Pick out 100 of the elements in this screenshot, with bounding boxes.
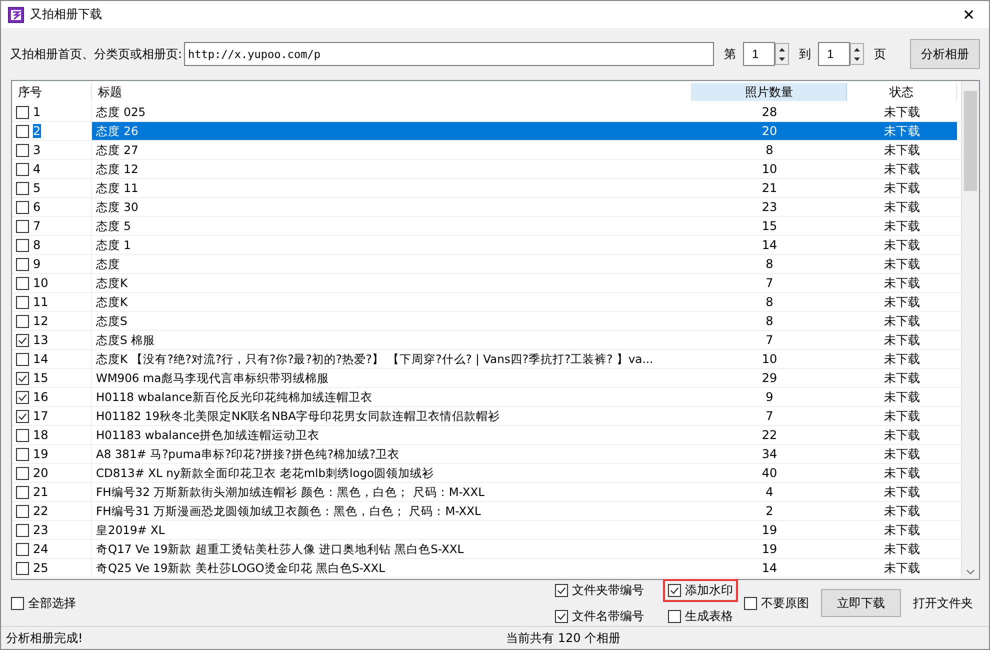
- checkbox[interactable]: [16, 334, 29, 346]
- row-number: 14: [33, 352, 48, 366]
- album-title: 态度: [96, 256, 120, 272]
- checkbox[interactable]: [16, 410, 29, 422]
- option-checkbox[interactable]: 生成表格: [663, 604, 738, 628]
- table-row[interactable]: 13 态度S 棉服 7 未下载: [12, 331, 961, 350]
- scroll-down-icon[interactable]: [966, 569, 975, 575]
- download-status: 未下载: [884, 312, 920, 330]
- checkbox[interactable]: [16, 428, 29, 442]
- checkbox[interactable]: [16, 296, 29, 308]
- album-title: 态度K 【没有?绝?对流?行，只有?你?最?初的?热爱?】 【下周穿?什么? | Vans四?季抗打?工装裤? 】va...: [96, 352, 654, 366]
- url-input[interactable]: http://x.yupoo.com/p: [184, 42, 714, 66]
- row-number: 17: [33, 409, 48, 423]
- checkbox[interactable]: [16, 144, 29, 156]
- row-number: 20: [33, 466, 48, 480]
- checkbox[interactable]: [16, 372, 29, 384]
- download-status: 未下载: [884, 388, 920, 406]
- download-status: 未下载: [884, 142, 920, 158]
- checkbox[interactable]: [16, 486, 29, 498]
- download-status: 未下载: [884, 446, 920, 462]
- checkbox[interactable]: [16, 504, 29, 518]
- table-row[interactable]: 22 FH编号31 万斯漫画恐龙圆领加绒卫衣颜色：黑色，白色； 尺码：M-XXL 2 未下载: [12, 502, 961, 521]
- photo-count: 19: [762, 542, 778, 556]
- column-header[interactable]: 状态: [847, 83, 957, 101]
- checkbox[interactable]: [16, 220, 29, 232]
- checkbox[interactable]: [16, 314, 29, 328]
- column-header[interactable]: 照片数量: [692, 83, 847, 101]
- analyze-button[interactable]: 分析相册: [910, 39, 980, 69]
- album-title: 态度 27: [96, 142, 138, 158]
- download-status: 未下载: [884, 180, 920, 196]
- column-header[interactable]: 序号: [12, 83, 92, 101]
- scroll-thumb[interactable]: [964, 91, 977, 191]
- photo-count: 8: [766, 295, 774, 309]
- photo-count: 2: [766, 504, 774, 518]
- option-checkbox[interactable]: 不要原图: [744, 594, 809, 612]
- table-row[interactable]: 18 H01183 wbalance拼色加绒连帽运动卫衣 22 未下载: [12, 426, 961, 445]
- spin-up-icon[interactable]: [778, 46, 786, 52]
- row-number: 7: [33, 219, 41, 233]
- checkbox[interactable]: [16, 162, 29, 176]
- option-checkbox[interactable]: 添加水印: [663, 578, 738, 602]
- page-label: 页: [874, 46, 886, 62]
- table-row[interactable]: 10 态度K 7 未下载: [12, 274, 961, 293]
- checkbox[interactable]: [16, 182, 29, 194]
- photo-count: 7: [766, 276, 774, 290]
- table-row[interactable]: 3 态度 27 8 未下载: [12, 141, 961, 160]
- checkbox[interactable]: [16, 352, 29, 366]
- checkbox[interactable]: [16, 124, 29, 138]
- album-title: 态度 26: [96, 124, 138, 138]
- table-row[interactable]: 16 H0118 wbalance新百伦反光印花纯棉加绒连帽卫衣 9 未下载: [12, 388, 961, 407]
- checkbox[interactable]: [16, 542, 29, 556]
- spin-down-icon[interactable]: [778, 56, 786, 62]
- spin-up-icon[interactable]: [853, 46, 862, 52]
- table-row[interactable]: 12 态度S 8 未下载: [12, 312, 961, 331]
- checkbox[interactable]: [16, 106, 29, 118]
- table-row[interactable]: 20 CD813# XL ny新款全面印花卫衣 老花mlb刺绣logo圆领加绒衫 40 未下载: [12, 464, 961, 483]
- table-row[interactable]: 5 态度 11 21 未下载: [12, 179, 961, 198]
- download-button[interactable]: 立即下载: [821, 589, 901, 617]
- checkbox[interactable]: [16, 562, 29, 574]
- photo-count: 23: [762, 200, 778, 214]
- table-row[interactable]: 4 态度 12 10 未下载: [12, 160, 961, 179]
- checkbox[interactable]: [16, 466, 29, 480]
- table-row[interactable]: 15 WM906 ma彪马李现代言串标织带羽绒棉服 29 未下载: [12, 369, 961, 388]
- option-checkbox[interactable]: 文件名带编号: [550, 604, 649, 628]
- table-row[interactable]: 6 态度 30 23 未下载: [12, 198, 961, 217]
- table-row[interactable]: 11 态度K 8 未下载: [12, 293, 961, 312]
- table-row[interactable]: 25 奇Q25 Ve 19新款 美杜莎LOGO烫金印花 黑白色S-XXL 14 未下载: [12, 559, 961, 578]
- album-title: H0118 wbalance新百伦反光印花纯棉加绒连帽卫衣: [96, 390, 372, 404]
- select-all-checkbox[interactable]: 全部选择: [11, 594, 76, 612]
- download-status: 未下载: [884, 484, 920, 500]
- table-row[interactable]: 7 态度 5 15 未下载: [12, 217, 961, 236]
- checkbox[interactable]: [16, 258, 29, 270]
- photo-count: 15: [762, 219, 778, 233]
- table-row[interactable]: 19 A8 381# 马?puma串标?印花?拼接?拼色纯?棉加绒?卫衣 34 未下载: [12, 445, 961, 464]
- table-row[interactable]: 8 态度 1 14 未下载: [12, 236, 961, 255]
- download-status: 未下载: [884, 198, 920, 216]
- photo-count: 10: [762, 352, 778, 366]
- row-number: 13: [33, 333, 48, 347]
- table-row[interactable]: 23 皇2019# XL 19 未下载: [12, 521, 961, 540]
- album-title: 态度 30: [96, 200, 138, 214]
- table-row[interactable]: 9 态度 8 未下载: [12, 255, 961, 274]
- close-button[interactable]: ✕: [949, 1, 989, 28]
- row-number: 21: [33, 485, 48, 499]
- table-row[interactable]: 24 奇Q17 Ve 19新款 超重工烫钻美杜莎人像 进口奥地利钻 黑白色S-XXL 19 未下载: [12, 540, 961, 559]
- download-status: 未下载: [884, 408, 920, 424]
- table-row[interactable]: 14 态度K 【没有?绝?对流?行，只有?你?最?初的?热爱?】 【下周穿?什么? | Vans四?季抗打?工装裤? 】va... 10 未下载: [12, 350, 961, 369]
- checkbox[interactable]: [16, 524, 29, 536]
- checkbox[interactable]: [16, 448, 29, 460]
- album-title: 态度K: [96, 294, 128, 310]
- checkbox[interactable]: [16, 238, 29, 252]
- table-row[interactable]: 17 H01182 19秋冬北美限定NK联名NBA字母印花男女同款连帽卫衣情侣款帽衫 7 未下载: [12, 407, 961, 426]
- checkbox[interactable]: [16, 390, 29, 404]
- spin-down-icon[interactable]: [853, 56, 862, 62]
- checkbox[interactable]: [16, 276, 29, 290]
- scrollbar[interactable]: [961, 81, 979, 579]
- app-icon: [8, 6, 24, 22]
- checkmark-icon: [556, 610, 567, 622]
- option-checkbox[interactable]: 文件夹带编号: [550, 578, 649, 602]
- open-folder-button[interactable]: 打开文件夹: [913, 594, 973, 612]
- checkbox[interactable]: [16, 200, 29, 214]
- table-row[interactable]: 21 FH编号32 万斯新款街头潮加绒连帽衫 颜色：黑色，白色； 尺码：M-XXL 4 未下载: [12, 483, 961, 502]
